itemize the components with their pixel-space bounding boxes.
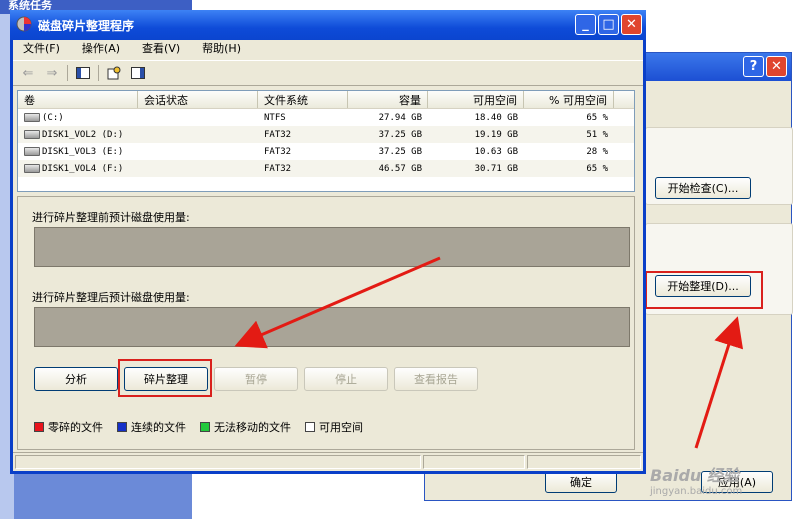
annotation-arrows: [234, 256, 744, 449]
watermark-logo: Baidu 经验: [650, 466, 739, 485]
arrow-to-defrag-button: [234, 256, 441, 349]
watermark: Baidu 经验 jingyan.baidu.com: [650, 462, 742, 497]
watermark-url: jingyan.baidu.com: [650, 486, 743, 497]
arrow-to-start-defrag: [694, 316, 744, 449]
